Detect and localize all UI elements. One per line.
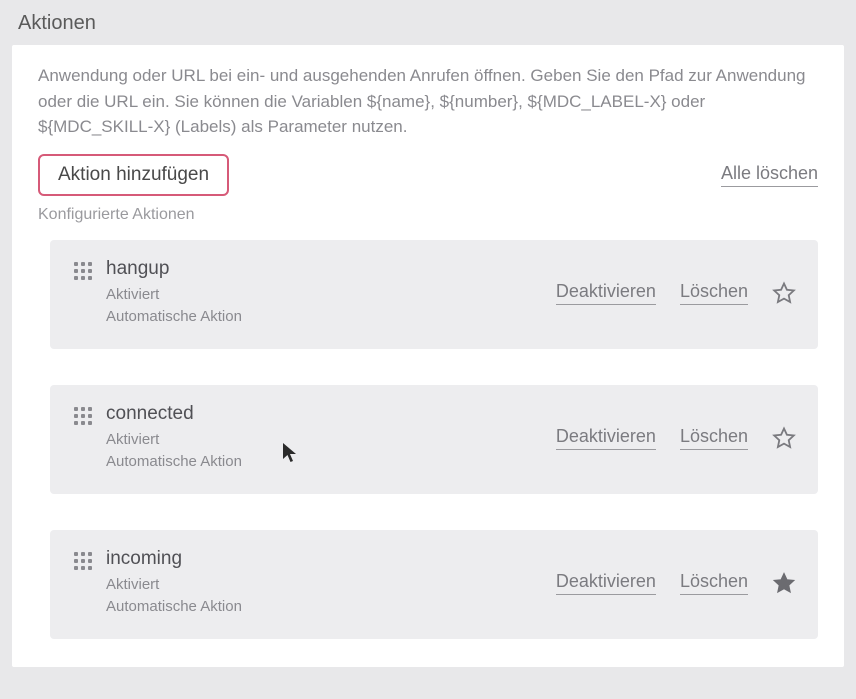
- action-card: connected Aktiviert Automatische Aktion …: [50, 385, 818, 494]
- page-title: Aktionen: [0, 0, 856, 45]
- action-type: Automatische Aktion: [106, 596, 544, 619]
- add-action-button[interactable]: Aktion hinzufügen: [38, 154, 229, 196]
- action-info: connected Aktiviert Automatische Aktion: [106, 403, 544, 474]
- action-info: incoming Aktiviert Automatische Aktion: [106, 548, 544, 619]
- actions-list: hangup Aktiviert Automatische Aktion Dea…: [38, 240, 818, 639]
- deactivate-link[interactable]: Deaktivieren: [556, 426, 656, 450]
- configured-actions-label: Konfigurierte Aktionen: [38, 206, 818, 224]
- description-text: Anwendung oder URL bei ein- und ausgehen…: [38, 63, 818, 140]
- action-controls: Deaktivieren Löschen: [556, 571, 796, 595]
- delete-link[interactable]: Löschen: [680, 426, 748, 450]
- action-controls: Deaktivieren Löschen: [556, 426, 796, 450]
- deactivate-link[interactable]: Deaktivieren: [556, 571, 656, 595]
- action-status: Aktiviert: [106, 574, 544, 597]
- delete-all-link[interactable]: Alle löschen: [721, 163, 818, 187]
- star-icon[interactable]: [772, 571, 796, 595]
- action-name: incoming: [106, 548, 544, 570]
- action-info: hangup Aktiviert Automatische Aktion: [106, 258, 544, 329]
- action-type: Automatische Aktion: [106, 306, 544, 329]
- action-card: hangup Aktiviert Automatische Aktion Dea…: [50, 240, 818, 349]
- action-name: hangup: [106, 258, 544, 280]
- delete-link[interactable]: Löschen: [680, 281, 748, 305]
- action-controls: Deaktivieren Löschen: [556, 281, 796, 305]
- action-status: Aktiviert: [106, 284, 544, 307]
- actions-panel: Anwendung oder URL bei ein- und ausgehen…: [12, 45, 844, 667]
- delete-link[interactable]: Löschen: [680, 571, 748, 595]
- drag-handle-icon[interactable]: [72, 405, 94, 427]
- drag-handle-icon[interactable]: [72, 550, 94, 572]
- action-type: Automatische Aktion: [106, 451, 544, 474]
- toolbar: Aktion hinzufügen Alle löschen: [38, 154, 818, 196]
- action-card: incoming Aktiviert Automatische Aktion D…: [50, 530, 818, 639]
- star-icon[interactable]: [772, 281, 796, 305]
- star-icon[interactable]: [772, 426, 796, 450]
- deactivate-link[interactable]: Deaktivieren: [556, 281, 656, 305]
- action-name: connected: [106, 403, 544, 425]
- action-status: Aktiviert: [106, 429, 544, 452]
- drag-handle-icon[interactable]: [72, 260, 94, 282]
